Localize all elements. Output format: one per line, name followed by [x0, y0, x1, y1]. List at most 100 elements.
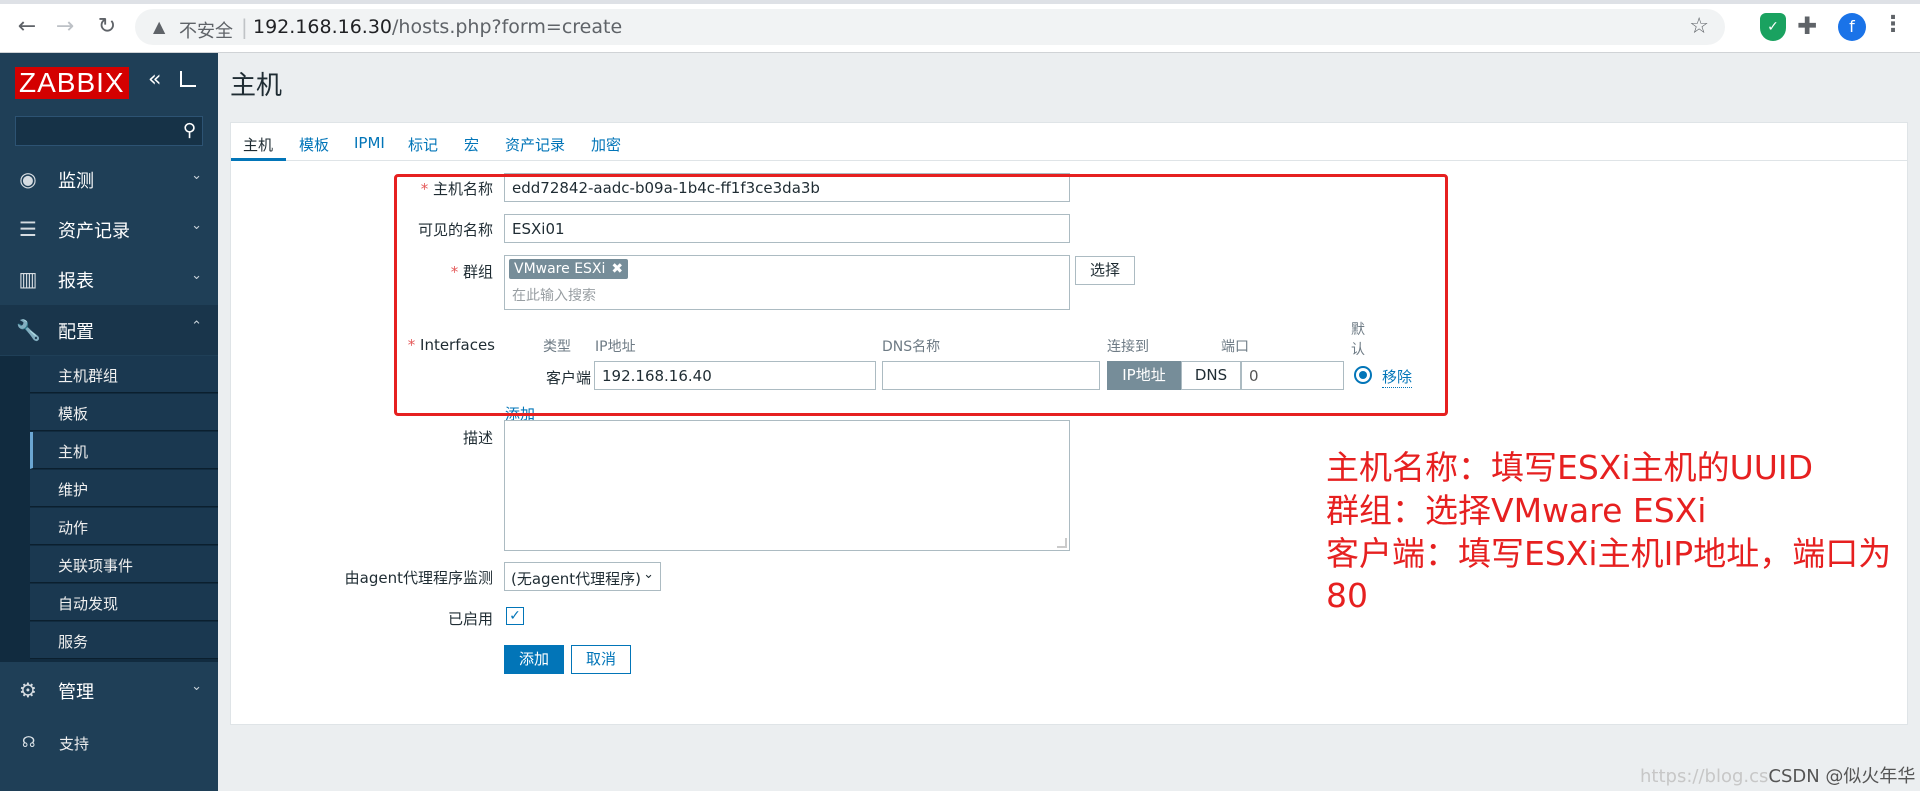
- submenu-item-services[interactable]: 服务: [30, 622, 218, 659]
- menu-item-administration[interactable]: ⚙ 管理 ⌄: [0, 665, 218, 715]
- list-icon: ☰: [19, 217, 37, 241]
- default-interface-radio[interactable]: [1354, 366, 1372, 384]
- collapse-sidebar-icon[interactable]: «: [148, 67, 161, 92]
- submenu-item-host-groups[interactable]: 主机群组: [30, 356, 218, 393]
- tab-templates[interactable]: 模板: [299, 134, 329, 155]
- address-bar[interactable]: ▲ 不安全 | 192.168.16.30/hosts.php?form=cre…: [135, 9, 1725, 45]
- enabled-checkbox[interactable]: ✓: [506, 607, 524, 625]
- tab-macros[interactable]: 宏: [464, 134, 479, 155]
- warning-icon[interactable]: ▲: [153, 17, 165, 36]
- bar-chart-icon: ▥: [18, 267, 38, 291]
- iface-header-default-2: 认: [1351, 342, 1365, 358]
- profile-avatar[interactable]: f: [1838, 13, 1866, 41]
- group-chip: VMware ESXi ✖: [509, 259, 629, 279]
- iface-header-type: 类型: [543, 339, 571, 355]
- tab-ipmi[interactable]: IPMI: [354, 134, 385, 152]
- support-label: 支持: [59, 735, 90, 753]
- search-icon[interactable]: ⚲: [183, 120, 196, 141]
- bookmark-star-icon[interactable]: ☆: [1689, 14, 1709, 39]
- submenu-item-maintenance[interactable]: 维护: [30, 470, 218, 507]
- tab-encryption[interactable]: 加密: [591, 134, 621, 155]
- required-marker: *: [450, 263, 463, 281]
- form-tabs: 主机 模板 IPMI 标记 宏 资产记录 加密: [231, 123, 1907, 161]
- groups-multiselect[interactable]: VMware ESXi ✖ 在此输入搜索: [504, 255, 1070, 310]
- annotation-line-2: 群组：选择VMware ESXi: [1326, 491, 1707, 530]
- host-name-label-text: 主机名称: [432, 180, 493, 198]
- iface-port-input[interactable]: 0: [1241, 361, 1344, 390]
- menu-item-inventory[interactable]: ☰ 资产记录 ⌄: [0, 204, 218, 254]
- menu-label: 监测: [58, 171, 94, 192]
- remove-interface-link[interactable]: 移除: [1382, 366, 1413, 388]
- submenu-label: 关联项事件: [58, 557, 134, 575]
- menu-item-configuration[interactable]: 🔧 配置 ⌃: [0, 305, 218, 355]
- kiosk-mode-icon[interactable]: [180, 71, 196, 87]
- main-content: 主机 主机 模板 IPMI 标记 宏 资产记录 加密 * 主机名称 edd728…: [218, 53, 1920, 791]
- sidebar: ZABBIX « ⚲ ◉ 监测 ⌄ ☰ 资产记录 ⌄ ▥ 报表 ⌄ 🔧 配置 ⌃…: [0, 53, 218, 791]
- iface-header-ip: IP地址: [595, 339, 636, 355]
- cancel-button[interactable]: 取消: [571, 645, 631, 674]
- tab-host[interactable]: 主机: [243, 134, 273, 155]
- iface-header-port: 端口: [1221, 339, 1249, 355]
- connect-ip-toggle[interactable]: IP地址: [1107, 361, 1181, 390]
- menu-item-reports[interactable]: ▥ 报表 ⌄: [0, 254, 218, 304]
- menu-label: 资产记录: [58, 221, 130, 242]
- description-label: 描述: [462, 429, 493, 447]
- back-icon[interactable]: ←: [14, 14, 40, 40]
- menu-label: 配置: [58, 322, 94, 343]
- remove-chip-icon[interactable]: ✖: [611, 261, 623, 277]
- submenu-item-hosts[interactable]: 主机: [30, 432, 218, 469]
- submenu-item-discovery[interactable]: 自动发现: [30, 584, 218, 621]
- configuration-submenu: 主机群组 模板 主机 维护 动作 关联项事件 自动发现 服务: [0, 356, 218, 662]
- chevron-down-icon: ⌄: [191, 168, 202, 183]
- sidebar-search-input[interactable]: ⚲: [15, 116, 203, 146]
- iface-header-connect: 连接到: [1107, 339, 1149, 355]
- host-name-input[interactable]: edd72842-aadc-b09a-1b4c-ff1f3ce3da3b: [504, 173, 1070, 202]
- submenu-item-event-correlation[interactable]: 关联项事件: [30, 546, 218, 583]
- groups-label: * 群组: [381, 261, 493, 282]
- security-label[interactable]: 不安全: [179, 17, 233, 43]
- visible-name-input[interactable]: ESXi01: [504, 214, 1070, 243]
- browser-menu-icon[interactable]: ⋮: [1882, 12, 1904, 37]
- annotation-line-3: 客户端：填写ESXi主机IP地址，端口为80: [1326, 534, 1892, 615]
- chevron-down-icon: ⌄: [191, 218, 202, 233]
- menu-item-monitoring[interactable]: ◉ 监测 ⌄: [0, 154, 218, 204]
- support-link[interactable]: ☊ 支持: [0, 723, 218, 763]
- host-name-label: * 主机名称: [381, 178, 493, 199]
- add-button[interactable]: 添加: [504, 645, 564, 674]
- iface-header-default-1: 默: [1351, 322, 1365, 338]
- required-marker: *: [407, 336, 421, 354]
- submenu-item-actions[interactable]: 动作: [30, 508, 218, 545]
- url-text[interactable]: 192.168.16.30/hosts.php?form=create: [253, 16, 622, 38]
- reload-icon[interactable]: ↻: [94, 14, 120, 40]
- connect-dns-toggle[interactable]: DNS: [1181, 361, 1241, 390]
- required-marker: *: [420, 180, 433, 198]
- forward-icon[interactable]: →: [52, 14, 78, 40]
- iface-dns-input[interactable]: [882, 361, 1100, 390]
- extensions-puzzle-icon[interactable]: ✚: [1797, 12, 1817, 40]
- submenu-item-templates[interactable]: 模板: [30, 394, 218, 431]
- group-chip-label: VMware ESXi: [514, 261, 606, 277]
- menu-label: 管理: [58, 682, 94, 703]
- interfaces-label: * Interfaces: [381, 336, 495, 354]
- iface-ip-input[interactable]: 192.168.16.40: [594, 361, 876, 390]
- description-textarea[interactable]: [504, 420, 1070, 551]
- tab-tags[interactable]: 标记: [408, 134, 438, 155]
- groups-label-text: 群组: [462, 263, 493, 281]
- tab-inventory[interactable]: 资产记录: [505, 134, 565, 155]
- submenu-label: 维护: [58, 481, 89, 499]
- select-groups-button[interactable]: 选择: [1075, 256, 1135, 285]
- eye-icon: ◉: [19, 167, 37, 191]
- zabbix-logo[interactable]: ZABBIX: [15, 67, 129, 99]
- browser-toolbar: ← → ↻ ▲ 不安全 | 192.168.16.30/hosts.php?fo…: [0, 0, 1920, 53]
- proxy-select[interactable]: (无agent代理程序) ⌄: [504, 562, 661, 591]
- shield-extension-icon[interactable]: ✓: [1760, 13, 1786, 41]
- chevron-down-icon: ⌄: [643, 567, 654, 582]
- host-form-panel: 主机 模板 IPMI 标记 宏 资产记录 加密 * 主机名称 edd72842-…: [230, 122, 1908, 725]
- proxy-select-value: (无agent代理程序): [511, 570, 642, 588]
- iface-header-dns: DNS名称: [882, 339, 941, 355]
- groups-search-placeholder[interactable]: 在此输入搜索: [512, 285, 596, 305]
- submenu-label: 模板: [58, 405, 89, 423]
- resize-grip-icon[interactable]: [1057, 538, 1067, 548]
- submenu-label: 主机: [58, 443, 89, 461]
- proxy-label: 由agent代理程序监测: [344, 569, 493, 587]
